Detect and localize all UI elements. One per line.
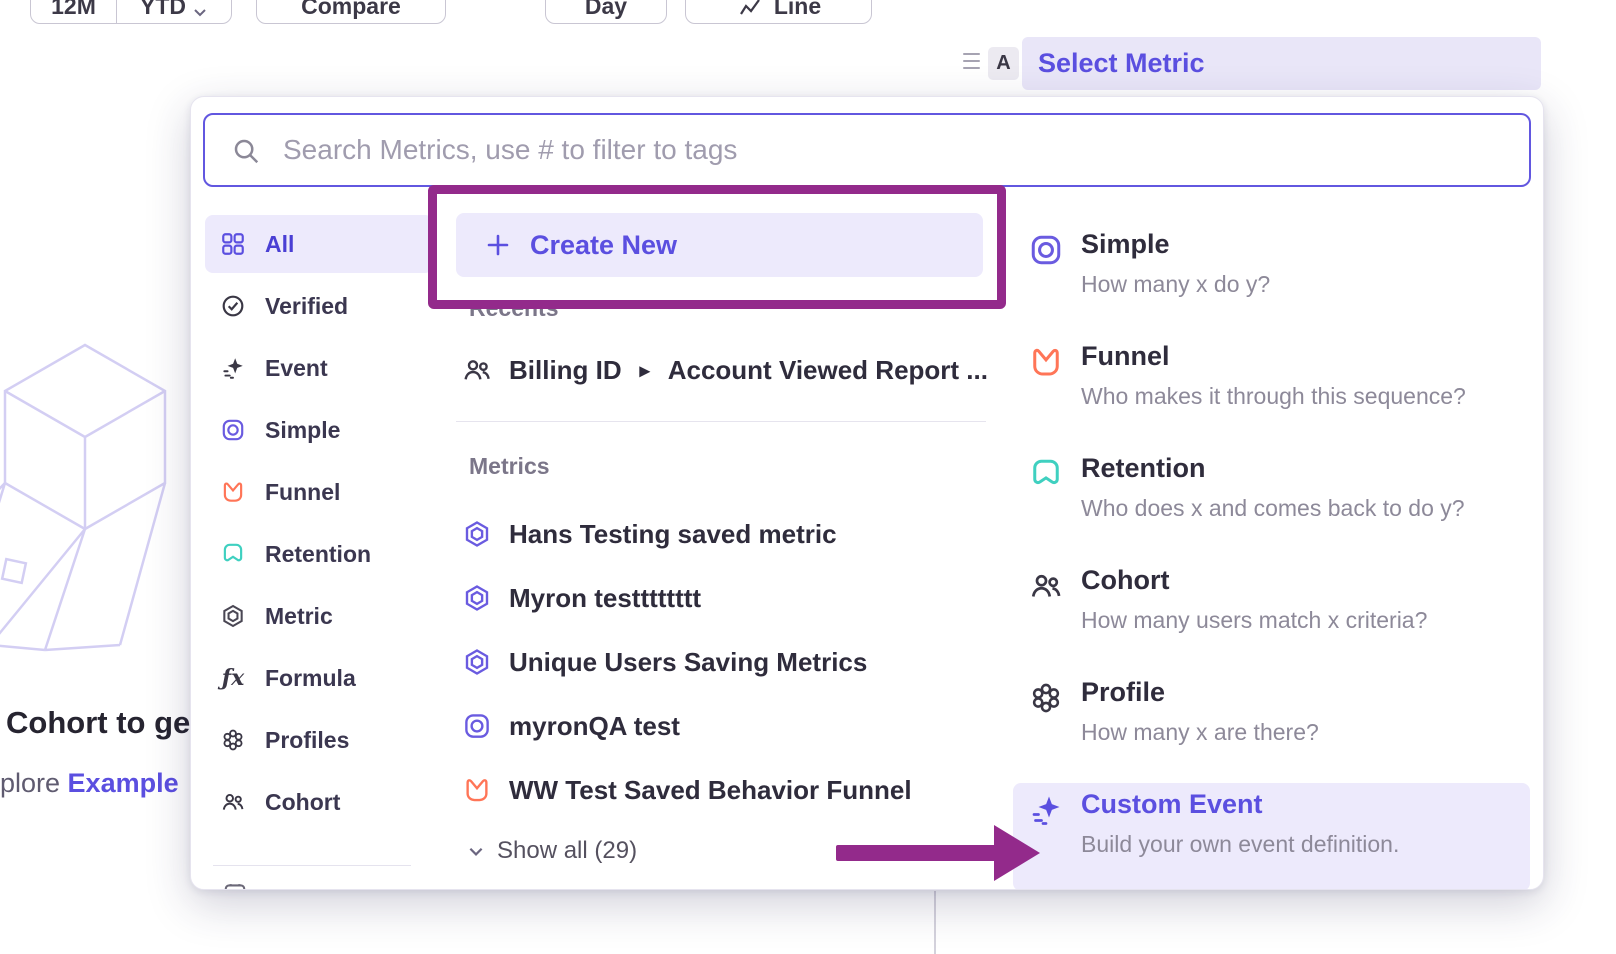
metric-type-profile[interactable]: Profile How many x are there? xyxy=(1013,671,1530,775)
chevron-down-icon xyxy=(192,4,208,20)
metric-picker-modal: All Verified Event Simple Funnel Retenti… xyxy=(190,96,1544,890)
date-range-segmented-control: 12M YTD xyxy=(30,0,232,24)
metric-type-simple[interactable]: Simple How many x do y? xyxy=(1013,223,1530,327)
plus-icon xyxy=(484,231,512,259)
formula-fx-icon: ƒx xyxy=(219,664,247,692)
sidebar-item-verified[interactable]: Verified xyxy=(205,277,433,335)
background-heading: Cohort to ge xyxy=(6,705,190,741)
background-explore-text: plore Example xyxy=(0,768,179,799)
sidebar-item-metric[interactable]: Metric xyxy=(205,587,433,645)
sidebar-item-cutoff-icon xyxy=(221,879,249,890)
sidebar-item-retention[interactable]: Retention xyxy=(205,525,433,583)
profiles-flower-icon xyxy=(219,726,247,754)
simple-metric-icon xyxy=(219,416,247,444)
verified-badge-icon xyxy=(219,292,247,320)
range-12m-button[interactable]: 12M xyxy=(31,0,117,23)
sidebar-item-profiles[interactable]: Profiles xyxy=(205,711,433,769)
metric-item[interactable]: Unique Users Saving Metrics xyxy=(461,633,867,691)
metric-type-custom-event[interactable]: Custom Event Build your own event defini… xyxy=(1013,783,1530,890)
metric-item[interactable]: myronQA test xyxy=(461,697,680,755)
show-all-button[interactable]: Show all (29) xyxy=(467,837,637,865)
cohort-people-icon xyxy=(1027,567,1065,605)
sidebar-divider xyxy=(213,865,411,866)
metrics-header: Metrics xyxy=(469,453,550,480)
breadcrumb-triangle-icon: ▸ xyxy=(640,358,650,383)
metric-type-retention[interactable]: Retention Who does x and comes back to d… xyxy=(1013,447,1530,551)
custom-event-sparkle-icon xyxy=(1027,791,1065,829)
range-ytd-button[interactable]: YTD xyxy=(117,0,231,23)
cohort-people-icon xyxy=(461,354,493,386)
metric-item[interactable]: Myron testttttttt xyxy=(461,569,701,627)
grid-icon xyxy=(219,230,247,258)
search-input[interactable] xyxy=(205,115,1529,185)
recents-header: Recents xyxy=(469,295,558,322)
select-metric-field[interactable]: Select Metric xyxy=(1022,37,1541,90)
middle-divider xyxy=(456,421,986,422)
metric-item[interactable]: WW Test Saved Behavior Funnel xyxy=(461,761,912,819)
metric-hexagon-icon xyxy=(219,602,247,630)
sidebar-item-cohort[interactable]: Cohort xyxy=(205,773,433,831)
clause-a-badge[interactable]: A xyxy=(988,47,1019,80)
granularity-day-button[interactable]: Day xyxy=(545,0,667,24)
search-icon xyxy=(231,136,261,166)
event-sparkle-icon xyxy=(219,354,247,382)
recent-item-primary: Billing ID xyxy=(509,355,622,386)
hexagon-metric-icon xyxy=(461,518,493,550)
hexagon-metric-icon xyxy=(461,582,493,614)
sidebar-item-simple[interactable]: Simple xyxy=(205,401,433,459)
metric-item[interactable]: Hans Testing saved metric xyxy=(461,505,837,563)
recent-item-billing[interactable]: Billing ID ▸ Account Viewed Report ... xyxy=(461,341,988,399)
metric-type-funnel[interactable]: Funnel Who makes it through this sequenc… xyxy=(1013,335,1530,439)
retention-metric-icon xyxy=(1027,455,1065,493)
cohort-people-icon xyxy=(219,788,247,816)
compare-button[interactable]: Compare xyxy=(256,0,446,24)
line-chart-icon xyxy=(736,0,764,20)
sidebar-item-all[interactable]: All xyxy=(205,215,433,273)
chart-type-line-button[interactable]: Line xyxy=(685,0,872,24)
create-new-button[interactable]: Create New xyxy=(456,213,983,277)
metric-type-cohort[interactable]: Cohort How many users match x criteria? xyxy=(1013,559,1530,663)
profiles-flower-icon xyxy=(1027,679,1065,717)
retention-metric-icon xyxy=(219,540,247,568)
funnel-metric-icon xyxy=(219,478,247,506)
example-link[interactable]: Example xyxy=(68,768,179,798)
hexagon-metric-icon xyxy=(461,646,493,678)
panel-divider xyxy=(934,891,936,954)
sidebar-item-event[interactable]: Event xyxy=(205,339,433,397)
recent-item-secondary: Account Viewed Report ... xyxy=(668,355,988,386)
sidebar-item-funnel[interactable]: Funnel xyxy=(205,463,433,521)
sidebar-item-formula[interactable]: ƒx Formula xyxy=(205,649,433,707)
explore-text-prefix: plore xyxy=(0,768,68,798)
funnel-metric-icon xyxy=(461,774,493,806)
simple-metric-icon xyxy=(1027,231,1065,269)
simple-metric-icon xyxy=(461,710,493,742)
drag-handle-icon[interactable] xyxy=(963,53,980,74)
search-field-wrapper xyxy=(203,113,1531,187)
chevron-down-icon xyxy=(467,842,485,860)
funnel-metric-icon xyxy=(1027,343,1065,381)
